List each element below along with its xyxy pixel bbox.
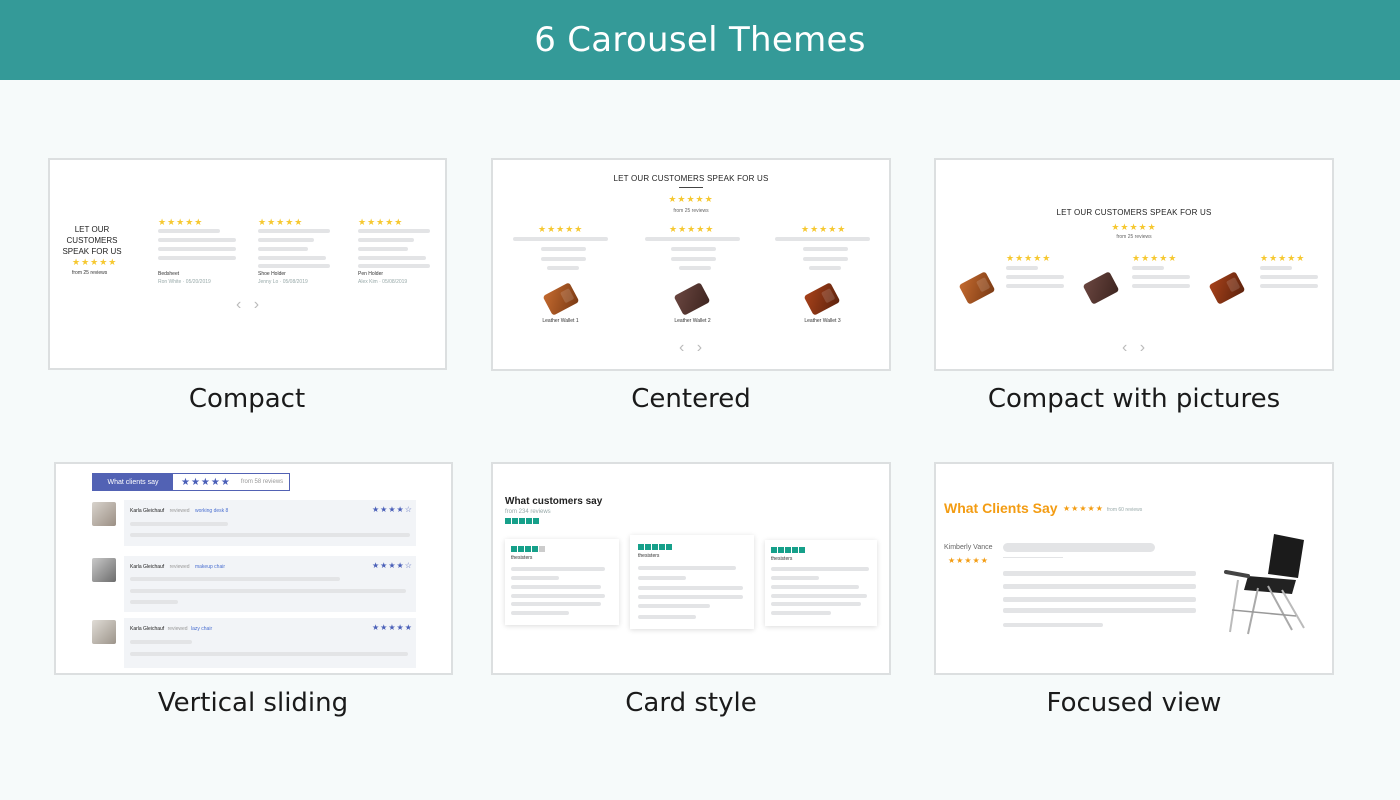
theme-caption: Compact with pictures [987,384,1281,414]
review-verb: reviewed [169,564,190,570]
product-thumbnail [92,502,116,526]
chair-image [1224,534,1305,635]
centered-summary-count: from 25 reviews [673,208,709,214]
review-author: Karla Gleichauf [130,626,165,632]
product-thumbnail [92,620,116,644]
theme-caption: Compact [188,384,306,414]
review-product-link[interactable]: working desk 8 [195,508,228,514]
review-author: Karla Gleichauf [130,564,165,570]
review-card-stars [511,546,545,553]
compact-heading: LET OUR CUSTOMERS SPEAK FOR US [62,225,122,256]
review-card-author: thesisters [771,556,793,562]
centered-product-name: Leather Wallet 2 [674,318,711,324]
wallet-image [1208,271,1246,305]
review-stars: ★★★★★ [372,623,413,632]
review-item: Karla Gleichauf reviewed makeup chair ★★… [124,556,416,612]
compact-item-stars: ★★★★★ [158,217,204,227]
theme-caption: Focused view [1046,688,1222,718]
review-card[interactable]: thesisters [765,540,877,626]
wallet-image [542,282,580,316]
compact-item-product: Pen Holder [358,271,384,277]
vertical-tab-bar: What clients say ★★★★★ from 58 reviews [92,473,290,491]
centered-item-stars: ★★★★★ [801,224,847,234]
review-card-author: thesisters [638,553,660,559]
page-header: 6 Carousel Themes [0,0,1400,80]
vertical-tab-stars: ★★★★★ [181,476,231,488]
theme-caption: Card style [625,688,757,718]
page-title: 6 Carousel Themes [534,20,866,60]
compact-item-author: Alex Kim · 05/08/2019 [358,279,408,285]
theme-caption: Vertical sliding [157,688,349,718]
compact-item-stars: ★★★★★ [258,217,304,227]
theme-card-card-style[interactable]: What customers say from 234 reviews thes… [491,462,891,675]
compact-pictures-item-stars: ★★★★★ [1132,253,1178,263]
compact-pictures-item-stars: ★★★★★ [1006,253,1052,263]
review-card-author: thesisters [511,555,533,561]
wallet-image [803,282,841,316]
product-thumbnail [92,558,116,582]
review-verb: reviewed [169,508,190,514]
centered-summary-stars: ★★★★★ [668,194,714,204]
review-product-link[interactable]: lazy chair [191,626,212,632]
theme-card-vertical-sliding[interactable]: What clients say ★★★★★ from 58 reviews K… [54,462,453,675]
centered-product-name: Leather Wallet 3 [804,318,841,324]
compact-item-author: Jenny Lo · 05/08/2019 [258,279,308,285]
card-style-title: What customers say [505,496,603,507]
carousel-arrows[interactable]: ‹ › [236,296,263,314]
review-verb: reviewed [167,626,188,632]
theme-card-compact[interactable]: LET OUR CUSTOMERS SPEAK FOR US ★★★★★ fro… [48,158,447,370]
review-item: Karla Gleichauf reviewed working desk 8 … [124,500,416,546]
theme-card-centered[interactable]: LET OUR CUSTOMERS SPEAK FOR US ★★★★★ fro… [491,158,891,371]
review-item: Karla Gleichauf reviewed lazy chair ★★★★… [124,618,416,668]
wallet-image [1082,271,1120,305]
theme-card-focused-view[interactable]: What Clients Say ★★★★★ from 60 reviews K… [934,462,1334,675]
compact-item-author: Ron White · 05/20/2019 [158,279,211,285]
review-card[interactable]: thesisters [505,539,619,625]
compact-pictures-item-stars: ★★★★★ [1260,253,1306,263]
card-style-summary-stars [505,518,539,525]
compact-item-product: Shoe Holder [258,271,286,277]
theme-caption: Centered [631,384,751,414]
centered-product-name: Leather Wallet 1 [542,318,579,324]
vertical-tab-label[interactable]: What clients say [93,474,173,490]
focused-summary-stars: ★★★★★ [1063,504,1104,513]
compact-pictures-summary-stars: ★★★★★ [1111,222,1157,232]
review-card[interactable]: thesisters [630,535,754,629]
review-stars: ★★★★☆ [372,561,413,570]
centered-item-stars: ★★★★★ [669,224,715,234]
carousel-arrows[interactable]: ‹ › [1122,339,1149,357]
vertical-tab-count: from 58 reviews [240,479,284,485]
carousel-arrows[interactable]: ‹ › [679,339,706,357]
compact-item-stars: ★★★★★ [358,217,404,227]
compact-pictures-summary-count: from 25 reviews [1116,234,1152,240]
focused-reviewer: Kimberly Vance [944,544,993,551]
review-product-link[interactable]: makeup chair [195,564,225,570]
compact-pictures-heading: LET OUR CUSTOMERS SPEAK FOR US [1056,208,1212,217]
review-card-stars [638,544,672,551]
review-card-stars [771,547,805,554]
compact-item-product: Bedsheet [158,271,180,277]
centered-item-stars: ★★★★★ [538,224,584,234]
review-stars: ★★★★☆ [372,505,413,514]
wallet-image [673,282,711,316]
review-author: Karla Gleichauf [130,508,165,514]
focused-title: What Clients Say [944,500,1058,516]
wallet-image [958,271,996,305]
focused-summary-count: from 60 reviews [1107,507,1143,513]
centered-heading: LET OUR CUSTOMERS SPEAK FOR US [613,174,769,183]
theme-card-compact-pictures[interactable]: LET OUR CUSTOMERS SPEAK FOR US ★★★★★ fro… [934,158,1334,371]
compact-summary-count: from 25 reviews [72,270,108,276]
compact-summary-stars: ★★★★★ [72,257,118,267]
card-style-count: from 234 reviews [505,509,551,515]
focused-reviewer-stars: ★★★★★ [948,556,989,565]
